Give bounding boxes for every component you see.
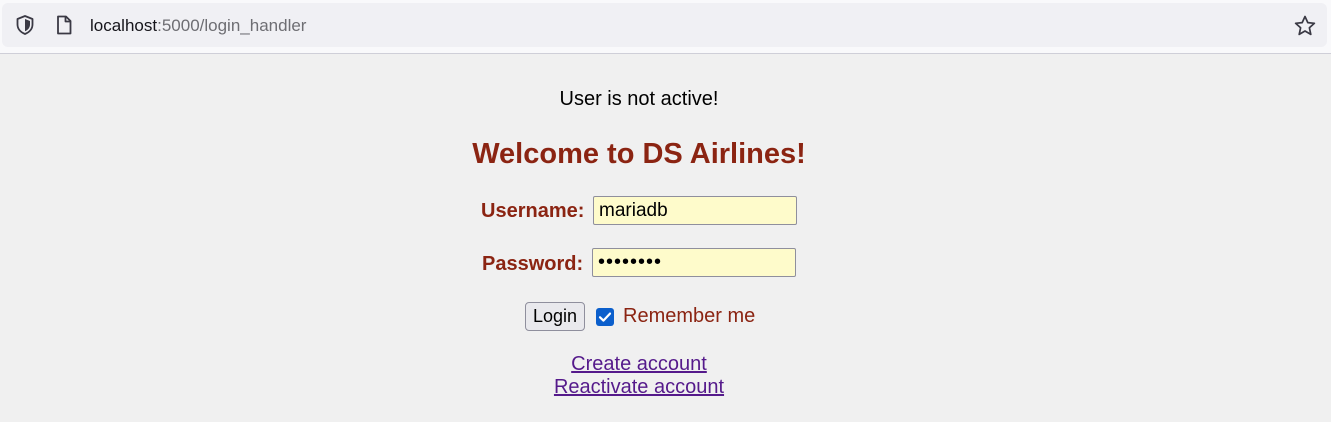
shield-icon[interactable] <box>14 14 36 36</box>
username-label: Username: <box>481 200 585 222</box>
status-message: User is not active! <box>559 88 719 110</box>
username-field[interactable] <box>593 196 797 225</box>
create-account-link[interactable]: Create account <box>571 353 707 375</box>
url-bar[interactable]: localhost:5000/login_handler <box>2 3 1327 47</box>
remember-me-checkbox[interactable] <box>596 308 614 326</box>
login-button[interactable]: Login <box>525 302 585 331</box>
star-icon[interactable] <box>1293 14 1317 38</box>
reactivate-account-link-row: Reactivate account <box>0 376 1278 399</box>
url-path: :5000/login_handler <box>157 16 307 35</box>
page-content: User is not active! Welcome to DS Airlin… <box>0 55 1331 422</box>
browser-toolbar: localhost:5000/login_handler <box>0 0 1331 54</box>
page-title: Welcome to DS Airlines! <box>472 138 806 170</box>
remember-me-label[interactable]: Remember me <box>623 305 755 328</box>
create-account-link-row: Create account <box>0 353 1278 376</box>
page-icon <box>57 15 72 35</box>
reactivate-account-link[interactable]: Reactivate account <box>554 376 724 398</box>
checkmark-icon <box>598 312 612 322</box>
password-label: Password: <box>482 253 584 275</box>
url-text[interactable]: localhost:5000/login_handler <box>90 3 306 47</box>
password-field[interactable] <box>592 248 796 277</box>
url-host: localhost <box>90 16 158 35</box>
